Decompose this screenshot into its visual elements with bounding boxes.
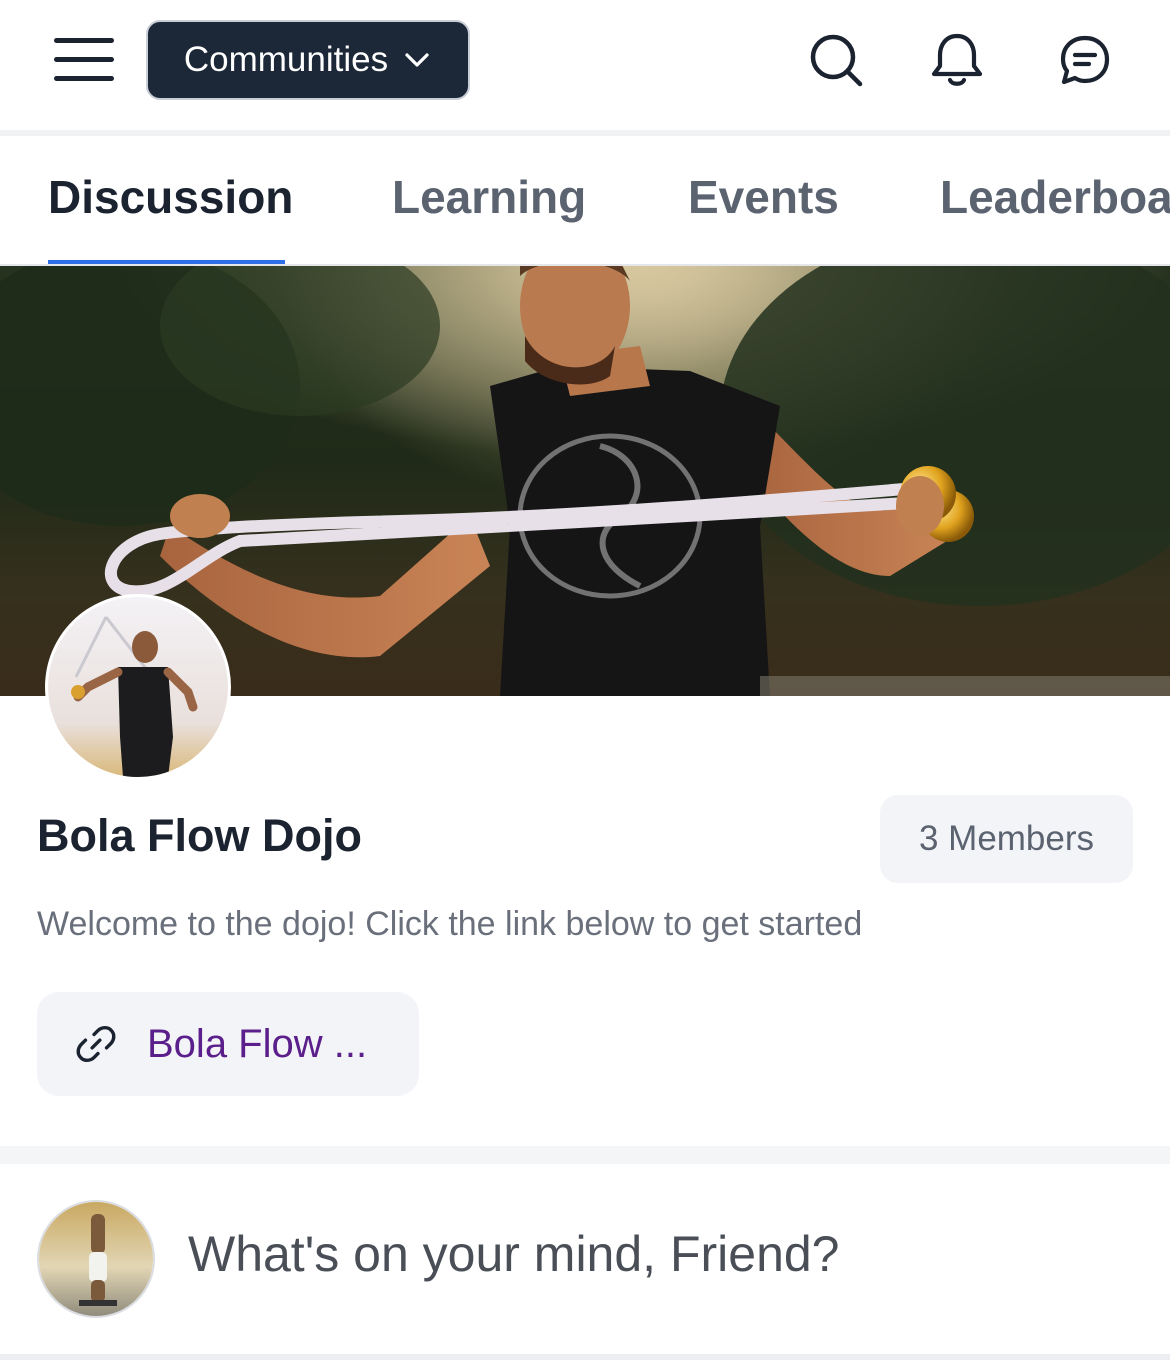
top-bar: Communities xyxy=(0,0,1170,130)
chat-icon[interactable] xyxy=(1055,30,1115,90)
community-link-chip[interactable]: Bola Flow ... xyxy=(37,992,419,1096)
search-icon[interactable] xyxy=(806,30,866,90)
tab-bar: Discussion Learning Events Leaderboa xyxy=(0,136,1170,264)
chevron-down-icon xyxy=(405,53,429,67)
community-description: Welcome to the dojo! Click the link belo… xyxy=(37,905,863,943)
bell-icon[interactable] xyxy=(927,30,987,90)
community-avatar[interactable] xyxy=(48,597,228,777)
tab-learning[interactable]: Learning xyxy=(392,170,586,224)
tab-leaderboard[interactable]: Leaderboa xyxy=(940,170,1170,224)
tab-discussion[interactable]: Discussion xyxy=(48,170,293,224)
communities-dropdown[interactable]: Communities xyxy=(146,20,470,100)
link-icon xyxy=(76,1025,116,1063)
post-composer-input[interactable]: What's on your mind, Friend? xyxy=(188,1225,840,1283)
community-link-text: Bola Flow ... xyxy=(147,1021,368,1066)
tab-events[interactable]: Events xyxy=(688,170,839,224)
section-divider xyxy=(0,1146,1170,1164)
hamburger-menu-icon[interactable] xyxy=(50,36,118,84)
communities-label: Communities xyxy=(183,40,389,79)
community-name: Bola Flow Dojo xyxy=(37,810,362,861)
members-badge[interactable]: 3 Members xyxy=(880,795,1133,883)
bottom-divider xyxy=(0,1354,1170,1360)
user-avatar[interactable] xyxy=(37,1200,155,1318)
